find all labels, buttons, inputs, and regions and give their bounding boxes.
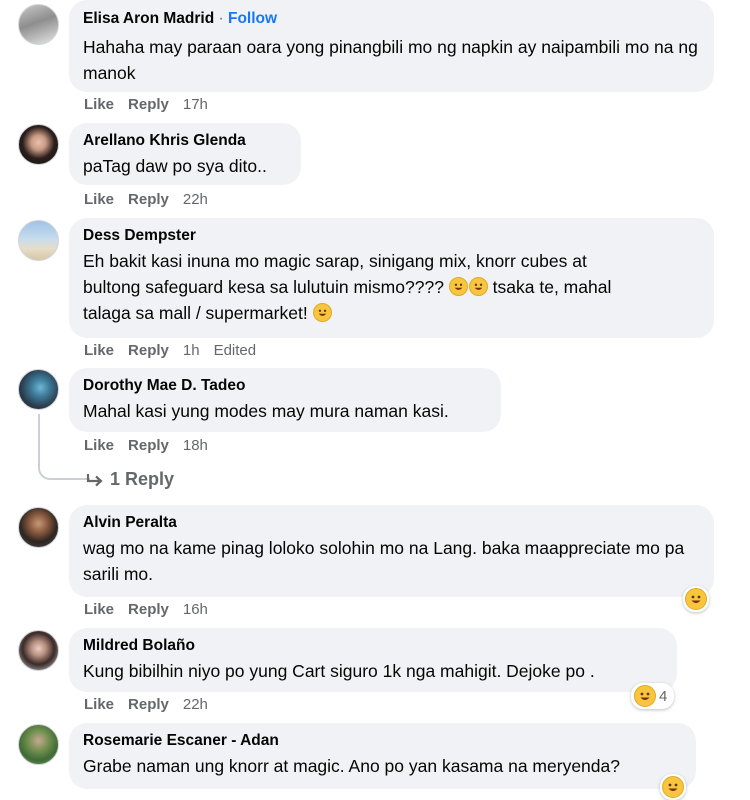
comment-text: Grabe naman ung knorr at magic. Ano po y… xyxy=(83,756,620,776)
comment-actions: Like Reply 16h xyxy=(84,601,222,619)
comment-author: Elisa Aron Madrid · Follow xyxy=(83,10,278,27)
comment-actions: Like Reply 1h Edited xyxy=(84,342,270,360)
author-name[interactable]: Arellano Khris Glenda xyxy=(83,131,287,151)
author-name[interactable]: Dess Dempster xyxy=(83,226,700,246)
comment-text-fragment: talaga sa mall / supermarket! xyxy=(83,303,308,323)
comment-text-fragment: tsaka te, mahal xyxy=(492,277,612,297)
comment-bubble: Elisa Aron Madrid · Follow Hahaha may pa… xyxy=(69,0,714,92)
reply-button[interactable]: Reply xyxy=(128,437,169,454)
author-name[interactable]: Alvin Peralta xyxy=(83,513,700,533)
timestamp[interactable]: 18h xyxy=(183,437,208,454)
timestamp[interactable]: 1h xyxy=(183,342,200,359)
reply-arrow-icon xyxy=(86,473,103,486)
like-button[interactable]: Like xyxy=(84,342,114,359)
reply-button[interactable]: Reply xyxy=(128,342,169,359)
comment-bubble: Dorothy Mae D. Tadeo Mahal kasi yung mod… xyxy=(69,368,501,432)
comment-actions: Like Reply 17h xyxy=(84,96,222,114)
like-button[interactable]: Like xyxy=(84,96,114,113)
comment-text: paTag daw po sya dito.. xyxy=(83,156,267,176)
comment-bubble: Mildred Bolaño Kung bibilhin niyo po yun… xyxy=(69,628,677,692)
reply-button[interactable]: Reply xyxy=(128,96,169,113)
comment-text: wag mo na kame pinag loloko solohin mo n… xyxy=(83,538,685,584)
comment-text: Kung bibilhin niyo po yung Cart siguro 1… xyxy=(83,661,595,681)
comment-text: Eh bakit kasi inuna mo magic sarap, sini… xyxy=(83,248,708,326)
avatar[interactable] xyxy=(18,724,59,765)
grinning-emoji-icon xyxy=(312,303,332,322)
comment-text-line: bultong safeguard kesa sa lulutuin mismo… xyxy=(83,274,708,300)
comment-bubble: Dess Dempster Eh bakit kasi inuna mo mag… xyxy=(69,218,714,338)
avatar[interactable] xyxy=(18,124,59,165)
comment-text: Hahaha may paraan oara yong pinangbili m… xyxy=(83,37,698,83)
comment-actions: Like Reply 22h xyxy=(84,191,222,209)
eye-roll-emoji-icon xyxy=(448,277,468,296)
avatar[interactable] xyxy=(18,507,59,548)
like-button[interactable]: Like xyxy=(84,696,114,713)
reaction-count: 4 xyxy=(659,687,668,705)
avatar[interactable] xyxy=(18,369,59,410)
laughing-emoji-icon xyxy=(634,685,656,707)
author-name[interactable]: Dorothy Mae D. Tadeo xyxy=(83,376,487,396)
comment-bubble: Rosemarie Escaner - Adan Grabe naman ung… xyxy=(69,723,696,789)
rofl-emoji-icon xyxy=(468,277,488,296)
thread-connector xyxy=(38,414,90,480)
reply-button[interactable]: Reply xyxy=(128,696,169,713)
timestamp[interactable]: 22h xyxy=(183,696,208,713)
comment-text: Mahal kasi yung modes may mura naman kas… xyxy=(83,401,449,421)
author-name[interactable]: Rosemarie Escaner - Adan xyxy=(83,731,682,751)
reply-button[interactable]: Reply xyxy=(128,601,169,618)
comment-text-line: talaga sa mall / supermarket! xyxy=(83,300,708,326)
reply-button[interactable]: Reply xyxy=(128,191,169,208)
comment-bubble: Arellano Khris Glenda paTag daw po sya d… xyxy=(69,123,301,185)
author-name[interactable]: Mildred Bolaño xyxy=(83,636,663,656)
comment-text-fragment: bultong safeguard kesa sa lulutuin mismo… xyxy=(83,277,444,297)
view-replies-label: 1 Reply xyxy=(110,469,175,489)
laughing-emoji-icon xyxy=(662,776,684,798)
avatar[interactable] xyxy=(18,630,59,671)
avatar[interactable] xyxy=(18,220,59,261)
avatar[interactable] xyxy=(18,4,59,45)
reaction-summary[interactable] xyxy=(660,774,686,800)
timestamp[interactable]: 16h xyxy=(183,601,208,618)
follow-button[interactable]: Follow xyxy=(228,10,277,27)
reaction-summary[interactable] xyxy=(683,586,709,612)
like-button[interactable]: Like xyxy=(84,191,114,208)
timestamp[interactable]: 22h xyxy=(183,191,208,208)
comment-actions: Like Reply 18h xyxy=(84,437,222,455)
view-replies-link[interactable]: 1 Reply xyxy=(86,469,174,490)
laughing-emoji-icon xyxy=(685,588,707,610)
reaction-summary[interactable]: 4 xyxy=(631,683,675,709)
like-button[interactable]: Like xyxy=(84,601,114,618)
comment-text-line: Eh bakit kasi inuna mo magic sarap, sini… xyxy=(83,251,587,271)
comment-actions: Like Reply 22h xyxy=(84,696,222,714)
author-name[interactable]: Elisa Aron Madrid xyxy=(83,10,214,27)
edited-label: Edited xyxy=(213,342,257,359)
comment-bubble: Alvin Peralta wag mo na kame pinag lolok… xyxy=(69,505,714,597)
timestamp[interactable]: 17h xyxy=(183,96,208,113)
